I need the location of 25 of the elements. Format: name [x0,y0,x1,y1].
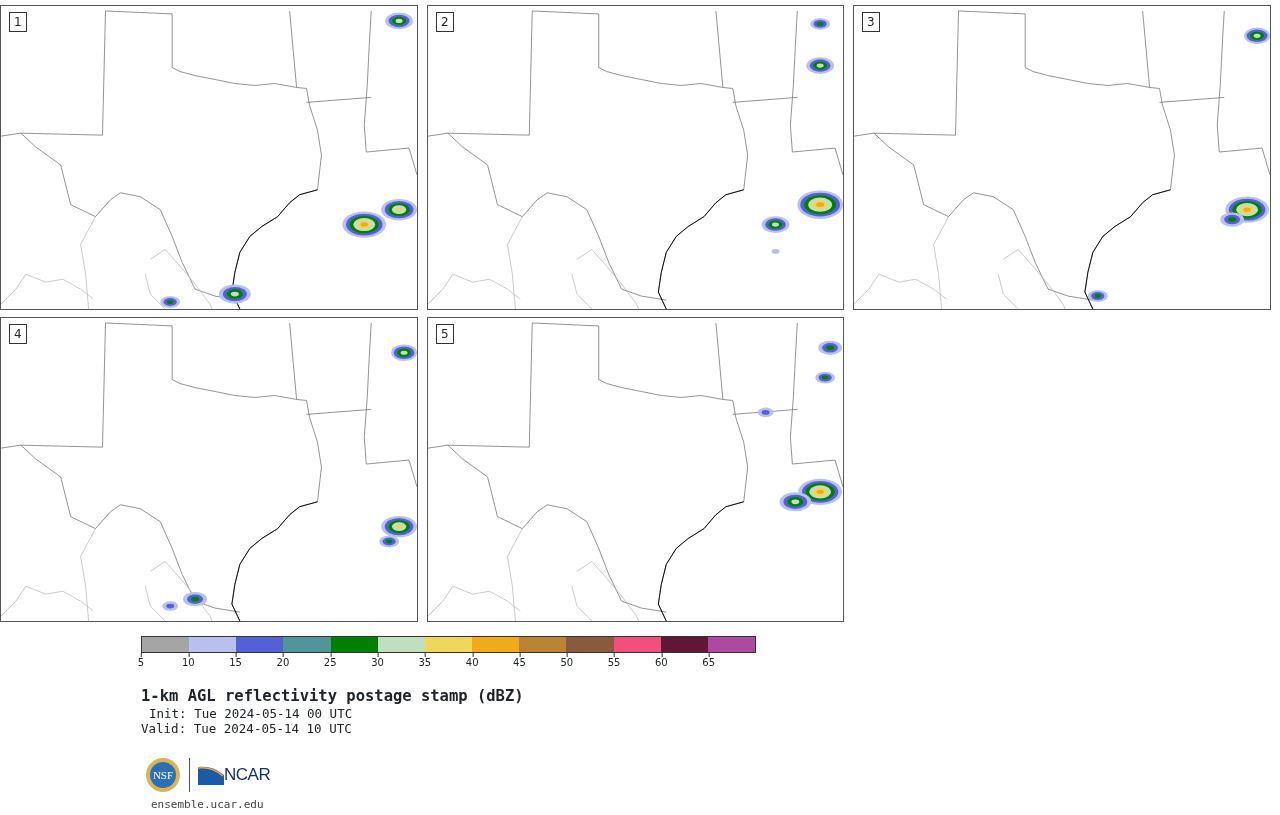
nsf-seal-logo: NSF [145,756,181,793]
tick-label: 30 [371,653,384,668]
tick-label: 65 [702,653,716,668]
tick-label: 55 [607,653,621,668]
panel-number: 4 [9,324,27,344]
tick-label: 15 [229,653,242,668]
tick-label: 60 [655,653,668,668]
tick-label: 35 [418,653,432,668]
init-time: Init: Tue 2024-05-14 00 UTC [148,705,354,722]
ncar-logo-icon [198,764,224,785]
tick-label: 40 [465,653,479,668]
panel-number: 3 [862,12,880,32]
tick-label: 25 [323,653,337,668]
panel-number: 5 [436,324,454,344]
valid-time: Valid: Tue 2024-05-14 10 UTC [141,721,353,737]
panel-number: 2 [436,12,454,32]
panel-number: 1 [9,12,27,32]
tick-label: 45 [513,653,526,668]
tick-label: 5 [137,653,145,668]
tick-label: 20 [276,653,290,668]
ncar-logo-text: NCAR [224,764,271,787]
tick-label: 50 [560,653,574,668]
chart-title: 1-km AGL reflectivity postage stamp (dBZ) [141,687,525,706]
tick-label: 10 [181,653,195,668]
site-url: ensemble.ucar.edu [151,796,265,813]
